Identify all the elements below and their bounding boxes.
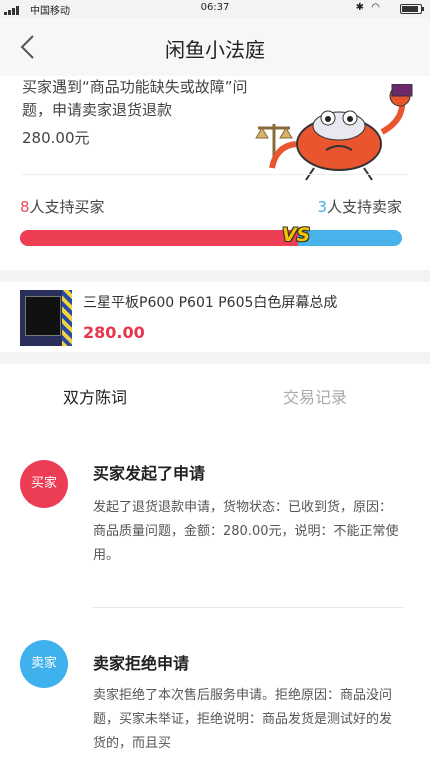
event-title: 卖家拒绝申请: [93, 654, 190, 673]
case-summary: 买家遇到“商品功能缺失或故障”问题，申请卖家退货退款 280.00元: [0, 76, 430, 181]
battery-icon: [400, 4, 424, 14]
page-title: 闲鱼小法庭: [165, 38, 265, 62]
product-price: 280.00: [83, 323, 145, 342]
seller-support-label: 3人支持卖家: [317, 198, 402, 216]
event-body: 卖家拒绝了本次售后服务申请。拒绝原因：商品没问题，买家未举证，拒绝说明：商品发货…: [93, 688, 393, 751]
tab-bar: 双方陈词 交易记录: [0, 364, 430, 428]
event-title: 买家发起了申请: [93, 464, 206, 483]
section-gap: [0, 352, 430, 364]
section-gap: [0, 270, 430, 282]
buyer-support-label: 8人支持买家: [20, 198, 105, 216]
tab-transaction-records[interactable]: 交易记录: [283, 384, 347, 408]
divider: [22, 174, 408, 175]
vs-badge: VS: [281, 224, 311, 246]
nav-bar: 闲鱼小法庭: [0, 18, 430, 76]
support-ratio-bar: [20, 230, 402, 246]
product-thumbnail: [20, 290, 72, 346]
crab-judge-illustration: [255, 84, 413, 181]
bluetooth-icon: ✱: [355, 2, 364, 13]
seller-support-count: 3: [317, 198, 327, 216]
clock: 06:37: [200, 2, 230, 13]
event-body: 发起了退货退款申请，货物状态：已收到货，原因：商品质量问题，金额：280.00元…: [93, 500, 399, 563]
tab-statements[interactable]: 双方陈词: [63, 384, 127, 408]
seller-avatar: 卖家: [20, 640, 68, 688]
wifi-icon: ◠: [371, 2, 380, 13]
case-description: 买家遇到“商品功能缺失或故障”问题，申请卖家退货退款: [22, 78, 248, 119]
support-section: 8人支持买家 3人支持卖家 VS: [0, 190, 430, 260]
product-card[interactable]: 三星平板P600 P601 P605白色屏幕总成 280.00: [0, 282, 430, 352]
product-name: 三星平板P600 P601 P605白色屏幕总成: [83, 295, 338, 311]
buyer-avatar: 买家: [20, 460, 68, 508]
buyer-support-fill: [20, 230, 298, 246]
case-amount: 280.00元: [22, 129, 90, 147]
buyer-support-count: 8: [20, 198, 30, 216]
divider: [93, 607, 403, 608]
status-bar: 中国移动 06:37 ✱ ◠: [0, 0, 430, 18]
